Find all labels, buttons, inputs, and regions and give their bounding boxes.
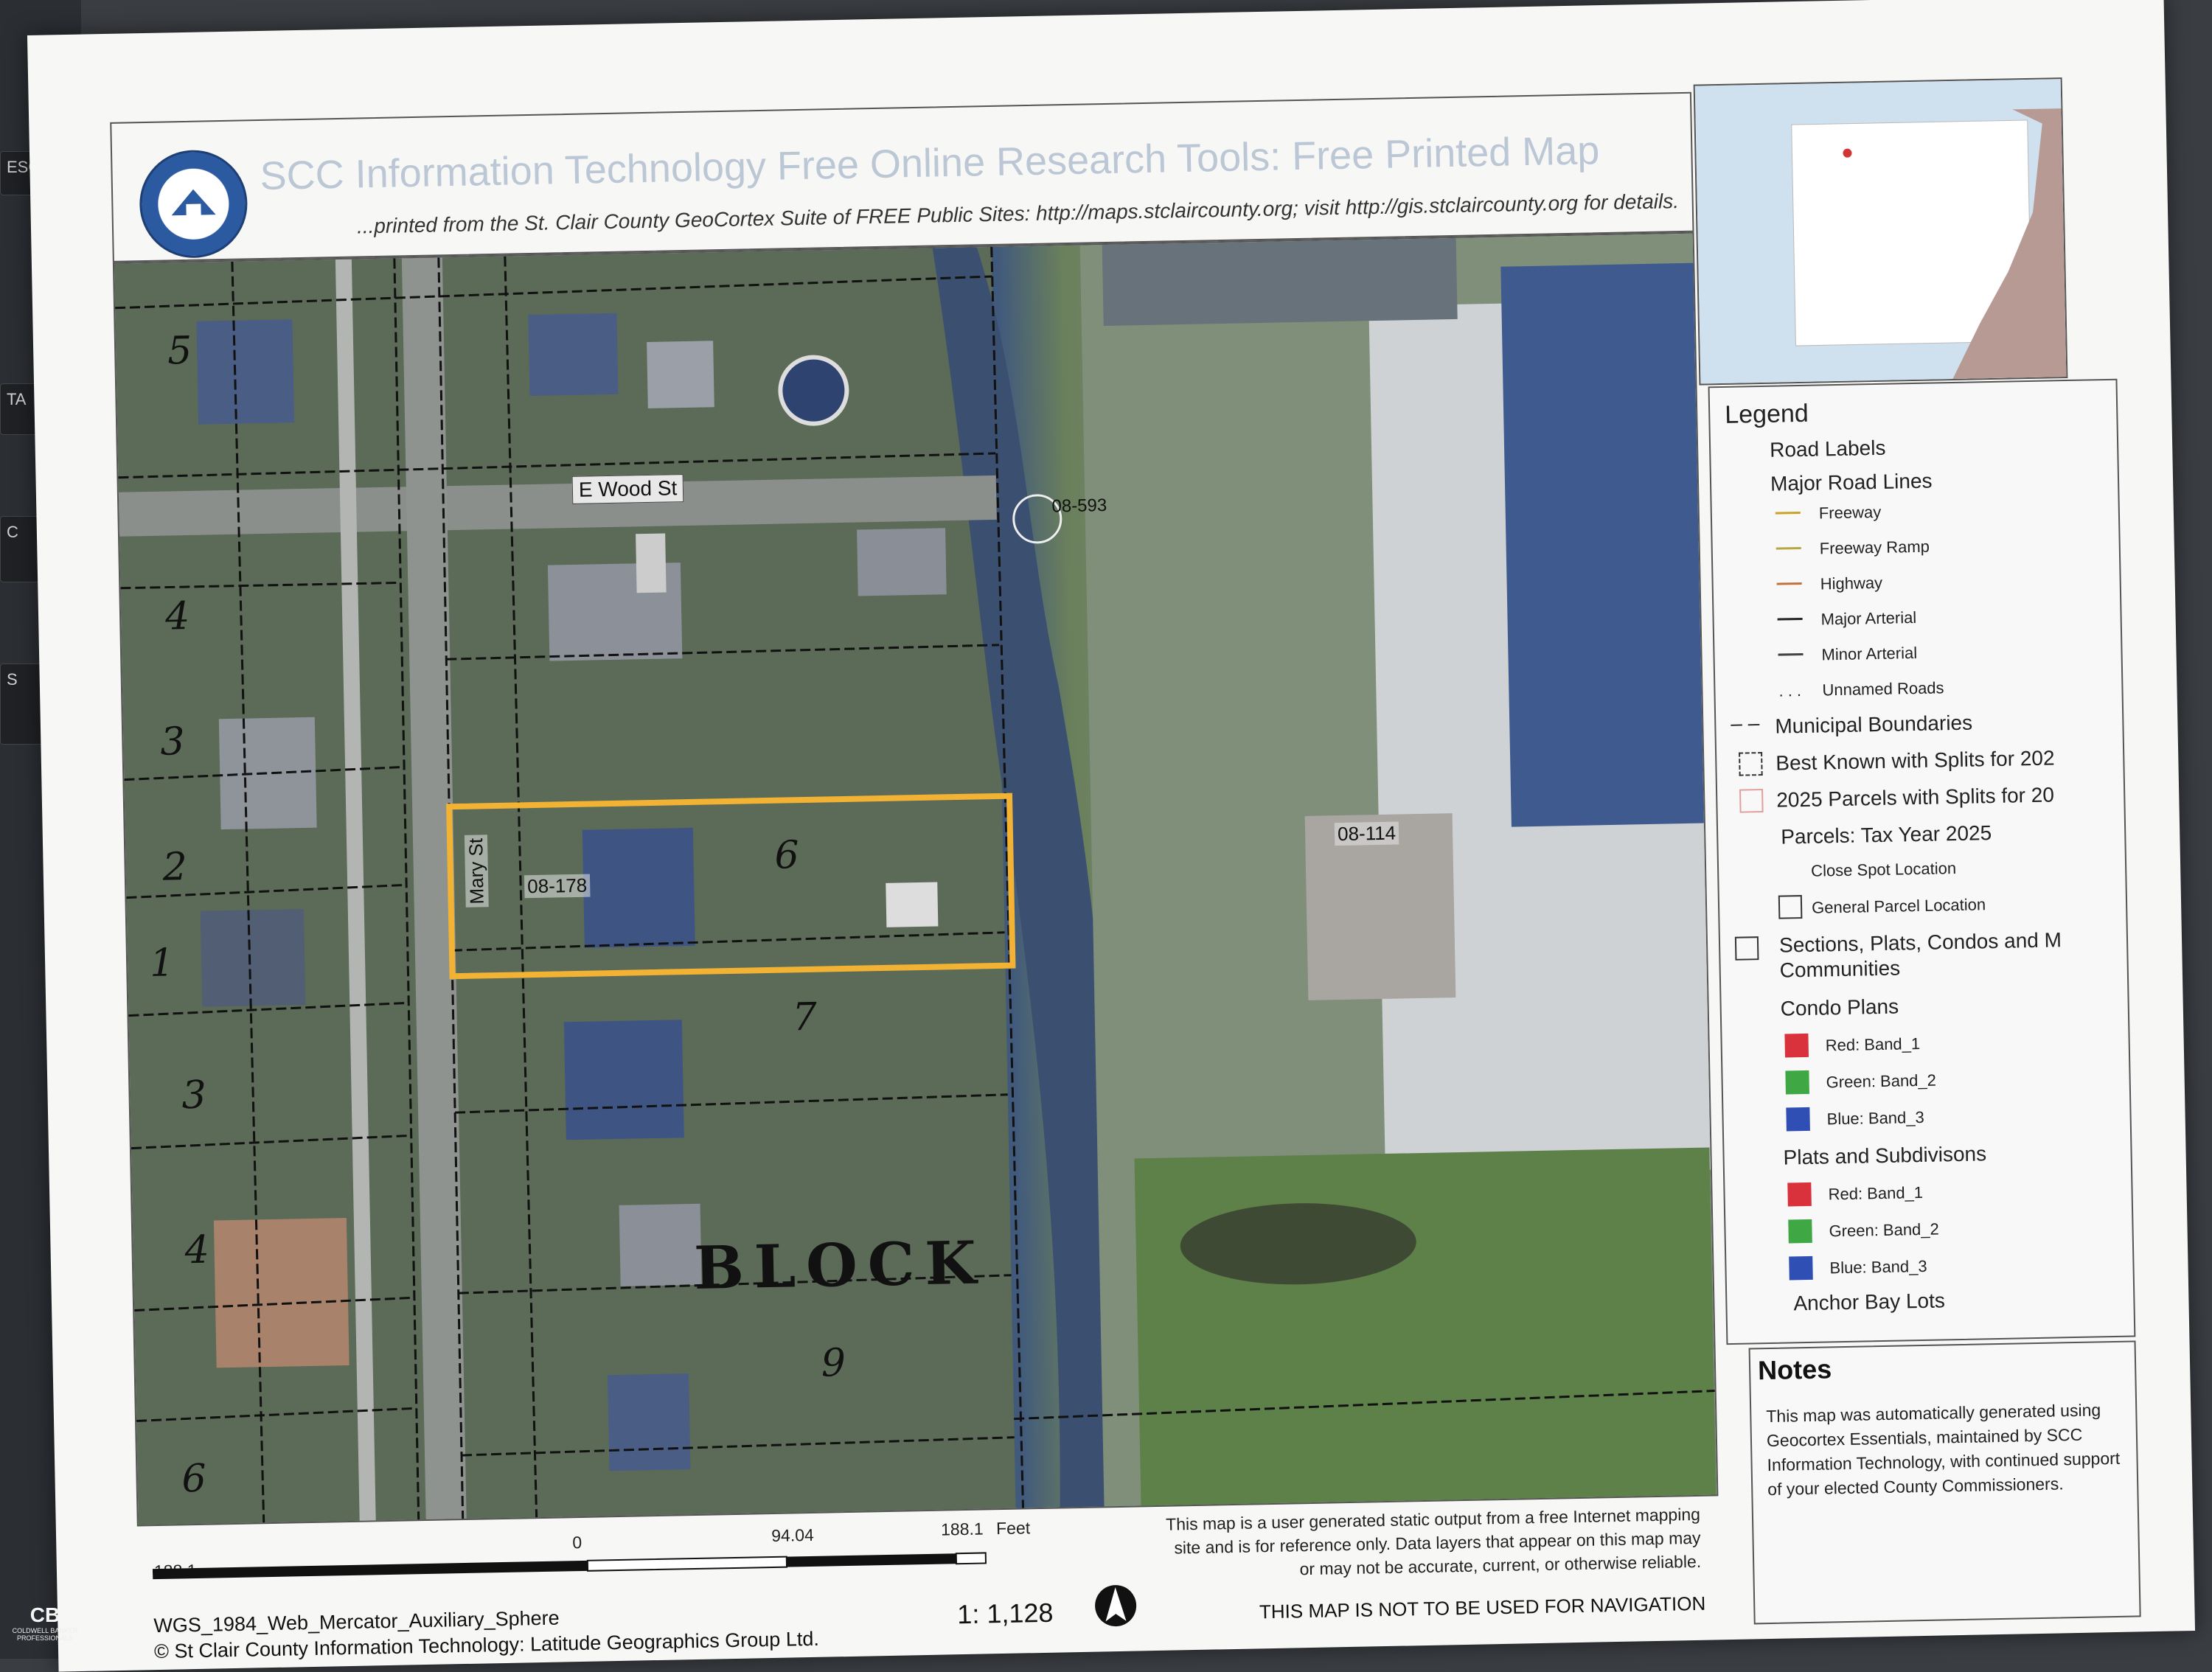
legend-plats: Plats and Subdivisons	[1783, 1142, 1987, 1169]
parcel-id-label: 08-114	[1334, 821, 1399, 846]
scale-unit-label: Feet	[995, 1518, 1031, 1539]
lot-number: 3	[159, 720, 186, 764]
lot-number: 5	[167, 328, 192, 374]
parcel-id-label: 08-593	[1051, 495, 1107, 517]
sections-swatch	[1734, 936, 1759, 961]
legend-parcels-tax-year: Parcels: Tax Year 2025	[1780, 821, 1992, 849]
map-notes: Notes This map was automatically generat…	[1748, 1340, 2141, 1625]
legend-anchor-bay: Anchor Bay Lots	[1793, 1289, 1946, 1315]
notes-body: This map was automatically generated usi…	[1766, 1400, 2121, 1499]
condo-red-swatch	[1784, 1033, 1809, 1058]
legend-unnamed-roads: Unnamed Roads	[1822, 678, 1944, 700]
map-title: SCC Information Technology Free Online R…	[260, 128, 1600, 198]
freeway-ramp-swatch	[1775, 546, 1801, 550]
legend-close-spot: Close Spot Location	[1810, 859, 1957, 880]
scale-mid-label: 94.04	[771, 1525, 815, 1546]
lot-number: 4	[164, 593, 190, 639]
scale-ratio: 1: 1,128	[956, 1597, 1054, 1630]
road-label-e-wood-st: E Wood St	[571, 474, 684, 504]
legend-major-road-lines: Major Road Lines	[1770, 469, 1933, 495]
lot-number: 7	[792, 995, 818, 1040]
lot-number: 9	[821, 1341, 846, 1386]
legend-major-arterial: Major Arterial	[1820, 607, 1917, 629]
lot-number: 2	[162, 845, 188, 890]
coldwell-banker-watermark: CB COLDWELL BANKER PROFESSIONALS	[4, 1603, 86, 1642]
minor-arterial-swatch	[1778, 652, 1804, 656]
county-seal-logo	[139, 149, 248, 259]
legend-condo-band2: Green: Band_2	[1826, 1070, 1937, 1092]
scale-right-label: 188.1	[940, 1519, 984, 1539]
condo-green-swatch	[1785, 1070, 1809, 1095]
legend-best-known: Best Known with Splits for 202	[1775, 746, 2055, 775]
legend-plat-band2: Green: Band_2	[1829, 1219, 1939, 1241]
highway-swatch	[1776, 582, 1802, 585]
major-arterial-swatch	[1777, 617, 1803, 621]
legend-condo-band1: Red: Band_1	[1825, 1034, 1921, 1055]
legend-communities: Communities	[1779, 956, 1901, 982]
plat-blue-swatch	[1789, 1255, 1813, 1281]
legend-minor-arterial: Minor Arterial	[1821, 643, 1918, 664]
parcel-id-label: 08-178	[524, 874, 591, 899]
legend-plat-band1: Red: Band_1	[1828, 1182, 1924, 1204]
road-label-mary-st: Mary St	[464, 835, 489, 908]
condo-blue-swatch	[1786, 1107, 1810, 1132]
overview-inset-map	[1693, 77, 2068, 386]
lot-number: 6	[181, 1456, 207, 1502]
legend-condo-band3: Blue: Band_3	[1826, 1107, 1924, 1129]
printed-map-sheet: SCC Information Technology Free Online R…	[27, 0, 2196, 1672]
plat-red-swatch	[1787, 1182, 1812, 1207]
navigation-warning: THIS MAP IS NOT TO BE USED FOR NAVIGATIO…	[1259, 1592, 1706, 1623]
lot-number: 1	[149, 941, 175, 986]
shift-key: S	[0, 663, 44, 745]
legend-heading: Legend	[1724, 399, 1809, 429]
overview-map-graphic	[1694, 79, 2068, 386]
legend-freeway: Freeway	[1818, 502, 1882, 523]
legend-parcels-2025: 2025 Parcels with Splits for 20	[1776, 783, 2055, 812]
map-subtitle: ...printed from the St. Clair County Geo…	[356, 189, 1680, 238]
legend-sections: Sections, Plats, Condos and M	[1778, 928, 2062, 957]
lot-number: 3	[181, 1073, 207, 1118]
best-known-swatch	[1739, 752, 1763, 776]
notes-heading: Notes	[1757, 1354, 1832, 1386]
block-label: BLOCK	[693, 1227, 987, 1303]
legend-highway: Highway	[1820, 573, 1883, 593]
parcels-2025-swatch	[1739, 789, 1764, 813]
scale-zero-label: 0	[572, 1532, 582, 1553]
aerial-parcel-map[interactable]: E Wood St Mary St 08-593 08-178 08-114 5…	[112, 231, 1719, 1527]
lot-number-selected: 6	[773, 833, 800, 878]
freeway-swatch	[1775, 511, 1801, 515]
unnamed-roads-swatch: . . .	[1778, 680, 1802, 700]
watermark-text: COLDWELL BANKER PROFESSIONALS	[12, 1627, 78, 1642]
municipal-swatch: – –	[1731, 711, 1760, 735]
legend-road-labels: Road Labels	[1769, 436, 1886, 461]
legend-general-parcel: General Parcel Location	[1811, 895, 1986, 917]
disclaimer-text: This map is a user generated static outp…	[1165, 1504, 1702, 1579]
aerial-imagery	[114, 233, 1719, 1527]
general-parcel-swatch	[1778, 895, 1803, 919]
lot-number: 4	[184, 1227, 210, 1273]
north-arrow-icon	[1095, 1585, 1137, 1627]
map-legend: Legend Road Labels Major Road Lines Free…	[1708, 378, 2136, 1345]
cb-logo: CB	[29, 1603, 60, 1626]
legend-plat-band3: Blue: Band_3	[1829, 1256, 1927, 1278]
plat-green-swatch	[1788, 1219, 1812, 1244]
projection-label: WGS_1984_Web_Mercator_Auxiliary_Sphere	[153, 1606, 560, 1637]
legend-freeway-ramp: Freeway Ramp	[1819, 537, 1930, 558]
legend-condo-plans: Condo Plans	[1780, 995, 1899, 1020]
legend-municipal-boundaries: Municipal Boundaries	[1775, 711, 1973, 738]
